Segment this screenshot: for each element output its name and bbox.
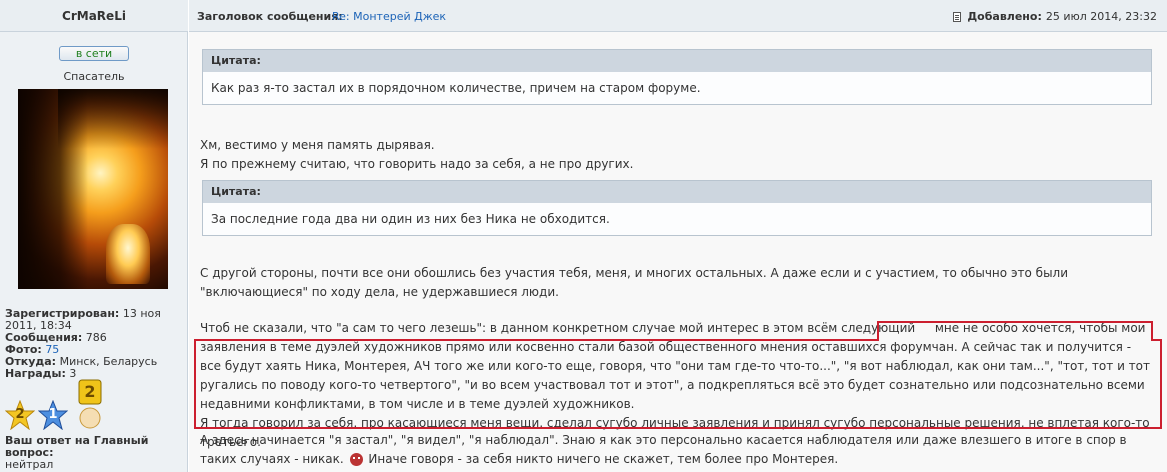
- answer-value: нейтрал: [5, 458, 54, 471]
- medals: 2 1 2: [4, 378, 115, 433]
- added-label: Добавлено:: [967, 10, 1042, 23]
- medal-number: 1: [48, 407, 58, 422]
- online-status-label: в сети: [75, 47, 113, 60]
- post-panel: Заголовок сообщения: Re: Монтерей Джек Д…: [189, 0, 1167, 472]
- medal-number: 2: [84, 382, 96, 401]
- author-rank: Спасатель: [63, 70, 125, 83]
- quote-text: Как раз я-то застал их в порядочном коли…: [203, 72, 1151, 104]
- quote-text: За последние года два ни один из них без…: [203, 203, 1151, 235]
- quote-title: Цитата:: [203, 181, 1151, 203]
- paragraph: С другой стороны, почти все они обошлись…: [200, 266, 1069, 299]
- subject-label: Заголовок сообщения:: [197, 10, 343, 23]
- paragraph-text: Чтоб не сказали, что "а сам то чего лезе…: [200, 321, 916, 335]
- paragraph: Хм, вестимо у меня память дырявая. Я по …: [200, 136, 1155, 174]
- paragraph-line: Хм, вестимо у меня память дырявая.: [200, 138, 435, 152]
- avatar-lamp-glow: [106, 224, 150, 284]
- star-blue-icon[interactable]: 1: [37, 399, 69, 433]
- quote-block: Цитата: За последние года два ни один из…: [202, 180, 1152, 236]
- quote-title: Цитата:: [203, 50, 1151, 72]
- smiley-icon: [349, 453, 363, 466]
- avatar-shade: [58, 89, 168, 149]
- added-value: 25 июл 2014, 23:32: [1045, 10, 1157, 23]
- post-date: Добавлено: 25 июл 2014, 23:32: [953, 10, 1157, 23]
- post-body: Цитата: Как раз я-то застал их в порядоч…: [189, 33, 1167, 472]
- avatar: [18, 89, 168, 289]
- quote-block: Цитата: Как раз я-то застал их в порядоч…: [202, 49, 1152, 105]
- author-stats: Зарегистрирован: 13 ноя 2011, 18:34 Сооб…: [5, 308, 185, 380]
- subject-link[interactable]: Re: Монтерей Джек: [332, 10, 446, 23]
- forum-post: CrMaReLi в сети Спасатель Зарегистрирова…: [0, 0, 1167, 472]
- author-name[interactable]: CrMaReLi: [62, 9, 126, 23]
- medal-number: 2: [15, 407, 25, 422]
- paragraph: А здесь начинается "я застал", "я видел"…: [200, 431, 1155, 469]
- post-header: Заголовок сообщения: Re: Монтерей Джек Д…: [189, 0, 1167, 32]
- medal-gold-icon[interactable]: 2: [75, 378, 105, 430]
- stat-value: 786: [85, 331, 107, 344]
- star-gold-icon[interactable]: 2: [4, 399, 36, 433]
- answer-label: Ваш ответ на Главный вопрос:: [5, 434, 149, 459]
- online-status-badge: в сети: [59, 46, 129, 61]
- stat-registered: Зарегистрирован: 13 ноя 2011, 18:34: [5, 308, 185, 332]
- author-name-bar: CrMaReLi: [0, 0, 188, 32]
- paragraph-text: Иначе говоря - за себя никто ничего не с…: [368, 452, 839, 466]
- document-icon[interactable]: [953, 11, 962, 22]
- author-panel: CrMaReLi в сети Спасатель Зарегистрирова…: [0, 0, 188, 472]
- highlight-gap: [879, 338, 1151, 342]
- main-question-answer: Ваш ответ на Главный вопрос: нейтрал: [5, 435, 187, 471]
- paragraph-line: Я по прежнему считаю, что говорить надо …: [200, 157, 634, 171]
